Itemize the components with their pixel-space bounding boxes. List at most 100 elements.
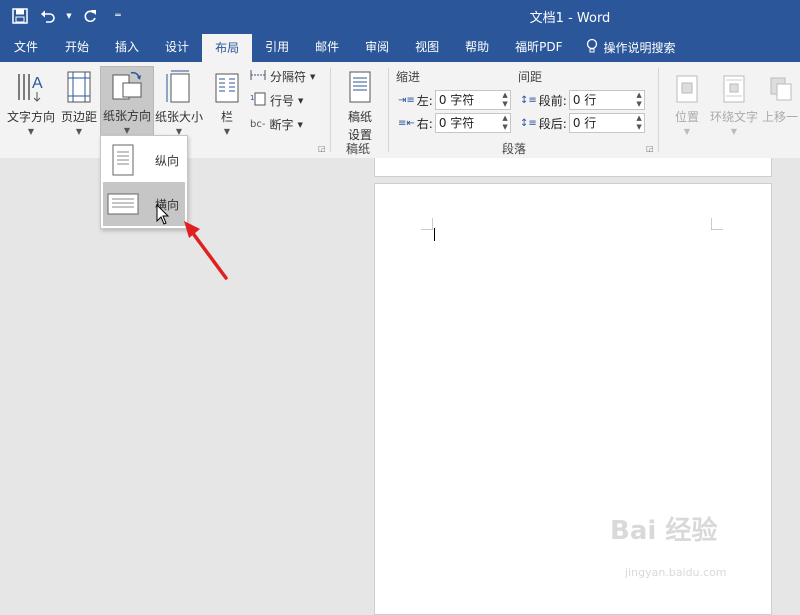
spacing-title: 间距 — [518, 70, 543, 84]
position-button[interactable]: 位置 ▼ — [668, 68, 706, 136]
tab-review[interactable]: 审阅 — [352, 32, 402, 62]
wrap-text-label: 环绕文字 — [709, 110, 758, 124]
breaks-button[interactable]: 分隔符 ▼ — [250, 68, 315, 85]
chevron-down-icon: ▼ — [223, 127, 231, 136]
portrait-icon — [103, 140, 143, 180]
size-icon — [152, 68, 206, 104]
bring-forward-button[interactable]: 上移一 — [762, 68, 800, 134]
chevron-down-icon: ▼ — [75, 127, 83, 136]
chevron-down-icon: ▼ — [310, 72, 316, 81]
bring-forward-label: 上移一 — [762, 110, 799, 124]
orientation-button[interactable]: 纸张方向 ▼ — [100, 66, 154, 136]
group-separator — [330, 68, 331, 152]
window-title: 文档1 - Word — [529, 11, 611, 26]
indent-right-label: 右: — [416, 116, 433, 131]
line-numbers-button[interactable]: 1 行号 ▼ — [250, 92, 303, 109]
text-direction-button[interactable]: A 文字方向 ▼ — [4, 68, 58, 136]
chevron-down-icon: ▼ — [683, 127, 691, 136]
spinner-arrows-icon[interactable]: ▲ ▼ — [636, 91, 641, 109]
ribbon-tabs: 文件 开始 插入 设计 布局 引用 邮件 审阅 视图 帮助 福昕PDF 操作说明… — [0, 32, 800, 62]
space-after-row: ↕≡ 段后: 0 行 ▲ ▼ — [520, 113, 645, 133]
previous-page-edge — [374, 158, 772, 177]
tab-help[interactable]: 帮助 — [452, 32, 502, 62]
wrap-text-button[interactable]: 环绕文字 ▼ — [708, 68, 760, 136]
group-separator — [388, 68, 389, 152]
manuscript-label-1: 稿纸 — [347, 110, 372, 124]
breaks-label: 分隔符 — [270, 70, 307, 84]
document-page[interactable] — [374, 183, 772, 615]
indent-right-value: 0 字符 — [438, 116, 475, 130]
indent-right-row: ≡⇤ 右: 0 字符 ▲ ▼ — [398, 113, 511, 133]
space-before-label: 段前: — [538, 93, 567, 108]
space-after-input[interactable]: 0 行 ▲ ▼ — [568, 113, 645, 133]
margin-corner-top-right — [711, 218, 723, 230]
tab-design[interactable]: 设计 — [152, 32, 202, 62]
spinner-arrows-icon[interactable]: ▲ ▼ — [502, 91, 507, 109]
spinner-arrows-icon[interactable]: ▲ ▼ — [502, 114, 507, 132]
indent-right-input[interactable]: 0 字符 ▲ ▼ — [434, 113, 511, 133]
hyphenation-button[interactable]: bc- 断字 ▼ — [250, 116, 303, 133]
indent-left-label: 左: — [416, 93, 433, 108]
watermark-logo: Bai 经验 — [610, 516, 718, 546]
space-after-icon: ↕≡ — [520, 117, 537, 129]
manuscript-settings-button[interactable]: 稿纸 设置 — [338, 68, 382, 142]
size-button[interactable]: 纸张大小 ▼ — [152, 68, 206, 136]
space-after-label: 段后: — [538, 116, 567, 131]
line-numbers-label: 行号 — [270, 94, 295, 108]
margins-icon — [58, 68, 100, 104]
tab-file[interactable]: 文件 — [0, 32, 52, 62]
columns-icon — [210, 68, 244, 104]
mouse-pointer-icon — [156, 204, 170, 225]
space-before-value: 0 行 — [572, 93, 597, 107]
space-before-row: ↕≡ 段前: 0 行 ▲ ▼ — [520, 90, 645, 110]
tab-insert[interactable]: 插入 — [102, 32, 152, 62]
tab-layout[interactable]: 布局 — [202, 34, 253, 62]
portrait-label: 纵向 — [155, 153, 180, 168]
tab-view[interactable]: 视图 — [402, 32, 452, 62]
chevron-down-icon: ▼ — [730, 127, 738, 136]
chevron-down-icon: ▼ — [123, 126, 131, 135]
manuscript-icon — [338, 68, 382, 104]
indent-right-icon: ≡⇤ — [398, 117, 415, 129]
space-before-input[interactable]: 0 行 ▲ ▼ — [568, 90, 645, 110]
manuscript-group-label: 稿纸 — [346, 142, 371, 156]
tab-references[interactable]: 引用 — [252, 32, 302, 62]
chevron-down-icon: ▼ — [297, 120, 303, 129]
indent-left-value: 0 字符 — [438, 93, 475, 107]
breaks-icon — [250, 68, 266, 85]
spinner-arrows-icon[interactable]: ▲ ▼ — [636, 114, 641, 132]
tab-home[interactable]: 开始 — [52, 32, 102, 62]
menu-item-portrait[interactable]: 纵向 — [103, 138, 185, 182]
margins-label: 页边距 — [60, 110, 97, 124]
bring-forward-icon — [762, 68, 800, 104]
hyphenation-icon: bc- — [250, 119, 266, 130]
indent-left-input[interactable]: 0 字符 ▲ ▼ — [434, 90, 511, 110]
tell-me-search[interactable]: 操作说明搜索 — [576, 32, 686, 62]
space-before-icon: ↕≡ — [520, 94, 537, 106]
group-separator — [658, 68, 659, 152]
svg-text:A: A — [32, 75, 43, 92]
menu-item-landscape[interactable]: 横向 — [103, 182, 185, 226]
orientation-menu: 纵向 横向 — [100, 135, 188, 229]
tab-mailings[interactable]: 邮件 — [302, 32, 352, 62]
tell-me-label: 操作说明搜索 — [603, 40, 676, 55]
indent-title: 缩进 — [396, 70, 421, 84]
lightbulb-icon — [586, 38, 598, 57]
wrap-text-icon — [708, 68, 760, 104]
columns-label: 栏 — [220, 110, 233, 124]
chevron-down-icon: ▼ — [298, 96, 304, 105]
size-label: 纸张大小 — [154, 110, 203, 124]
line-numbers-icon: 1 — [250, 92, 266, 109]
columns-button[interactable]: 栏 ▼ — [210, 68, 244, 136]
tab-foxit-pdf[interactable]: 福昕PDF — [502, 32, 575, 62]
page-setup-launcher-icon[interactable]: ◲ — [318, 144, 326, 153]
text-direction-icon: A — [4, 68, 58, 104]
paragraph-group-label: 段落 — [502, 142, 527, 156]
title-bar: ▼ ═ 文档1 - Word — [0, 0, 800, 32]
landscape-icon — [103, 184, 143, 224]
hyphenation-label: 断字 — [269, 118, 294, 132]
indent-left-row: ⇥≡ 左: 0 字符 ▲ ▼ — [398, 90, 511, 110]
paragraph-launcher-icon[interactable]: ◲ — [646, 144, 654, 153]
orientation-label: 纸张方向 — [102, 109, 151, 123]
margins-button[interactable]: 页边距 ▼ — [58, 68, 100, 136]
